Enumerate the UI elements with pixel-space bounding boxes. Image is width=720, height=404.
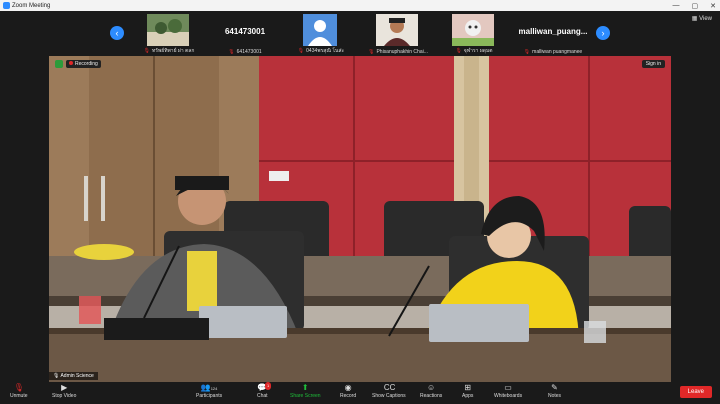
- video-camera-icon: ▶: [61, 383, 68, 392]
- notes-label: Notes: [548, 393, 562, 399]
- view-button[interactable]: ▦ View: [692, 15, 712, 22]
- prev-page-arrow-icon[interactable]: ‹: [110, 26, 124, 40]
- meeting-toolbar: 🎙 Unmute ▶ Stop Video 👥124 Participants …: [0, 382, 720, 404]
- apps-label: Apps: [462, 393, 474, 399]
- record-icon: ◉: [344, 383, 352, 392]
- mic-muted-icon: 🎙: [143, 48, 150, 54]
- unmute-button[interactable]: 🎙 Unmute: [10, 383, 28, 400]
- view-label: View: [699, 16, 712, 22]
- captions-icon: CC: [383, 383, 396, 392]
- window-controls: — ▢ ✕: [673, 0, 717, 11]
- participant-name: 641473001: [236, 49, 262, 55]
- microphone-muted-icon: 🎙: [13, 383, 24, 392]
- reactions-icon: ☺: [427, 383, 436, 392]
- chat-button[interactable]: 💬 1 Chat: [257, 382, 272, 399]
- speaker-name: Admin Science: [60, 373, 94, 379]
- chat-icon: 💬 1: [257, 382, 272, 392]
- chat-label: Chat: [257, 393, 268, 399]
- next-page-arrow-icon[interactable]: ›: [596, 26, 610, 40]
- whiteboard-icon: ▭: [504, 383, 512, 392]
- participant-tile[interactable]: 🎙 จุฬารา ผดุมต: [432, 13, 516, 55]
- mic-muted-icon: 🎙: [368, 49, 375, 55]
- stop-video-button[interactable]: ▶ Stop Video: [52, 383, 77, 400]
- mic-muted-icon: 🎙: [455, 48, 462, 54]
- encryption-shield-icon[interactable]: [55, 60, 63, 68]
- participant-tile[interactable]: 641473001 🎙 641473001: [203, 13, 287, 55]
- participants-icon: 👥124: [200, 383, 218, 392]
- share-screen-icon: ⬆: [301, 383, 309, 392]
- record-dot-icon: [69, 61, 73, 65]
- recording-label: Recording: [75, 61, 98, 67]
- participant-display-name: malliwan_puang...: [518, 27, 588, 36]
- participants-label: Participants: [196, 393, 223, 399]
- whiteboards-label: Whiteboards: [494, 393, 523, 399]
- participant-photo: [376, 14, 418, 46]
- chat-badge: 1: [265, 382, 272, 390]
- maximize-button[interactable]: ▢: [692, 2, 699, 10]
- whiteboards-button[interactable]: ▭ Whiteboards: [494, 383, 523, 400]
- mic-muted-icon: 🎙: [523, 49, 531, 55]
- participant-photo: [452, 14, 494, 46]
- participant-count: 124: [210, 386, 218, 391]
- show-captions-label: Show Captions: [372, 393, 406, 399]
- grid-icon: ▦: [691, 16, 700, 22]
- apps-button[interactable]: ⊞ Apps: [462, 383, 474, 400]
- participant-tile[interactable]: 🎙 0434พรสุณิ โนส่ะ: [279, 13, 363, 55]
- participant-name: Phisanuphakhin Chai...: [376, 49, 428, 55]
- main-video: Recording Sign in 🎙 Admin Science: [49, 56, 671, 382]
- close-button[interactable]: ✕: [710, 2, 716, 10]
- stop-video-label: Stop Video: [52, 393, 77, 399]
- show-captions-button[interactable]: CC Show Captions: [372, 383, 406, 400]
- apps-icon: ⊞: [464, 383, 472, 392]
- unmute-label: Unmute: [10, 393, 28, 399]
- record-label: Record: [340, 393, 357, 399]
- participants-button[interactable]: 👥124 Participants: [196, 383, 223, 400]
- default-avatar-icon: [303, 14, 337, 46]
- participant-name: 0434พรสุณิ โนส่ะ: [306, 48, 345, 54]
- participant-display-name: 641473001: [224, 27, 266, 36]
- meeting-room-video: [49, 56, 671, 382]
- reactions-label: Reactions: [420, 393, 443, 399]
- participant-photo: [147, 14, 189, 46]
- notes-button[interactable]: ✎ Notes: [548, 383, 562, 400]
- leave-button[interactable]: Leave: [679, 386, 712, 398]
- participant-name: จุฬารา ผดุมต: [463, 48, 493, 54]
- share-screen-button[interactable]: ⬆ Share Screen: [290, 383, 321, 400]
- notes-icon: ✎: [551, 383, 558, 392]
- share-screen-label: Share Screen: [290, 393, 321, 399]
- minimize-button[interactable]: —: [673, 2, 680, 9]
- participant-name: malliwan puangmanee: [532, 49, 583, 55]
- record-button[interactable]: ◉ Record: [340, 383, 357, 400]
- mic-muted-icon: 🎙: [297, 48, 305, 54]
- participant-tile[interactable]: 🎙 Phisanuphakhin Chai...: [356, 13, 440, 55]
- window-title: Zoom Meeting: [12, 2, 51, 9]
- speaker-name-label: 🎙 Admin Science: [49, 372, 98, 380]
- sign-in-button[interactable]: Sign in: [641, 60, 665, 68]
- recording-indicator: Recording: [55, 60, 101, 68]
- zoom-app-icon: [3, 2, 10, 9]
- window-titlebar: Zoom Meeting — ▢ ✕: [0, 0, 720, 11]
- recording-badge: Recording: [66, 60, 101, 68]
- reactions-button[interactable]: ☺ Reactions: [420, 383, 443, 400]
- mic-muted-icon: 🎙: [228, 49, 235, 55]
- participant-name: ทรัพย์ทิพาย์ ผ่า ตลก: [151, 48, 195, 54]
- participant-tile[interactable]: malliwan_puang... 🎙 malliwan puangmanee: [511, 13, 595, 55]
- participant-tile[interactable]: 🎙 ทรัพย์ทิพาย์ ผ่า ตลก: [127, 13, 211, 55]
